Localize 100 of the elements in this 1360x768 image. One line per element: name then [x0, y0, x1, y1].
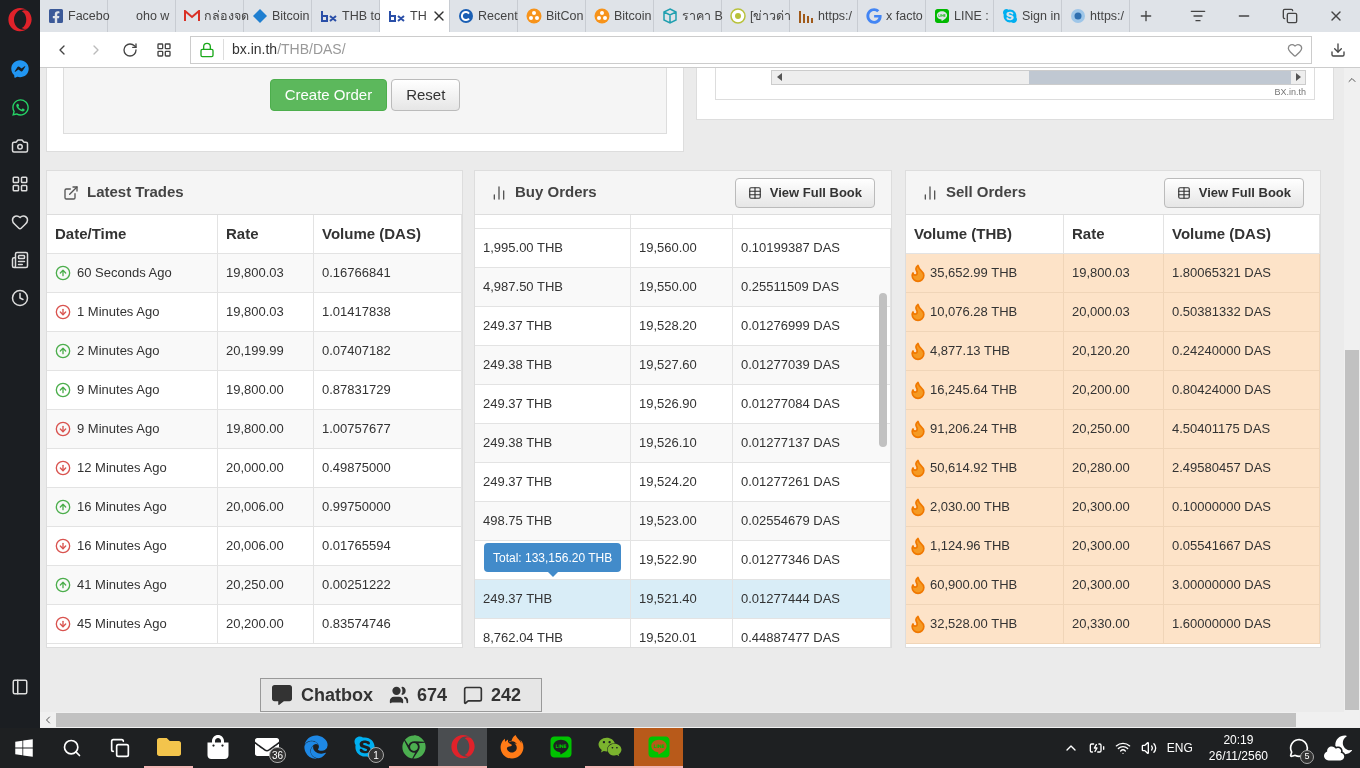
view-full-book-button[interactable]: View Full Book [1163, 177, 1304, 208]
bookmark-icon[interactable] [1287, 41, 1303, 58]
clock-icon[interactable] [11, 289, 29, 307]
table-cell: 20,330.00 [1064, 605, 1164, 644]
reset-button[interactable]: Reset [391, 79, 461, 111]
notification-count: 5 [1300, 750, 1314, 764]
bag-icon [205, 735, 230, 759]
sell-volume: 2,030.00 THB [930, 498, 1010, 517]
order-row[interactable]: 1,995.00 THB 19,560.00 0.10199387 DAS [475, 229, 891, 268]
flame-icon [908, 536, 928, 556]
logo-icon [388, 10, 406, 22]
arrow-up-icon [55, 499, 71, 515]
vertical-scrollbar[interactable] [1344, 68, 1360, 712]
messenger-icon[interactable] [11, 60, 29, 78]
taskbar-app[interactable]: 36 [242, 728, 291, 768]
url-text: bx.in.th/THB/DAS/ [223, 39, 346, 60]
arrow-down-icon [55, 460, 71, 476]
folder-icon [156, 735, 181, 759]
badge: 36 [268, 747, 286, 763]
flame-icon [908, 380, 928, 400]
battery-icon[interactable] [1088, 740, 1105, 756]
panel-title: Latest Trades [87, 182, 184, 203]
chat-icon [271, 685, 293, 705]
sell-volume: 35,652.99 THB [930, 264, 1018, 283]
camera-icon[interactable] [11, 137, 29, 155]
clock[interactable]: 20:19 26/11/2560 [1202, 732, 1274, 764]
firefox-icon [499, 735, 524, 759]
opera-icon[interactable] [8, 8, 32, 32]
chat-bubble-icon [548, 735, 573, 759]
reload-icon[interactable] [122, 41, 138, 58]
flame-icon [908, 497, 928, 517]
task-view-icon[interactable] [110, 738, 130, 758]
external-link-icon [63, 184, 79, 201]
taskbar-app[interactable]: 1 [340, 728, 389, 768]
chart-scrollbar[interactable] [771, 70, 1306, 85]
trade-time: 12 Minutes Ago [77, 459, 167, 478]
scrollbar-thumb[interactable] [1029, 71, 1291, 84]
badge: 1 [368, 747, 384, 763]
browser-tab[interactable]: TH [380, 0, 450, 32]
tab-menu-icon[interactable] [1190, 8, 1206, 24]
notifications-icon[interactable] [1289, 738, 1309, 758]
order-row[interactable]: 249.38 THB 19,527.60 0.01277039 DAS [475, 346, 891, 385]
arrow-up-icon [55, 343, 71, 359]
address-field[interactable]: bx.in.th/THB/DAS/ [190, 35, 1312, 64]
search-icon[interactable] [62, 738, 82, 758]
flame-icon [908, 458, 928, 478]
order-row[interactable]: 249.37 THB 19,521.40 0.01277444 DAS [475, 580, 891, 619]
new-tab-icon[interactable] [1138, 8, 1154, 24]
scroll-right-icon[interactable] [1295, 73, 1301, 82]
horizontal-scrollbar[interactable] [40, 712, 1360, 728]
sidebar-toggle-icon[interactable] [11, 678, 29, 696]
envelope-icon [184, 10, 200, 22]
chat-bubble-icon [934, 8, 950, 24]
order-row[interactable]: 249.38 THB 19,526.10 0.01277137 DAS [475, 424, 891, 463]
edge-icon [303, 735, 328, 759]
table-icon [747, 185, 762, 200]
chart-credit: BX.in.th [1274, 85, 1306, 99]
table-icon [1176, 185, 1191, 200]
scrollbar-thumb[interactable] [56, 713, 1296, 727]
order-row[interactable]: 249.37 THB 19,528.20 0.01276999 DAS [475, 307, 891, 346]
news-icon[interactable] [11, 251, 29, 269]
coin-icon [730, 8, 746, 24]
panel-title: Buy Orders [515, 182, 597, 203]
speed-dial-icon[interactable] [156, 41, 172, 58]
volume-icon[interactable] [1140, 740, 1157, 756]
trade-time: 9 Minutes Ago [77, 381, 160, 400]
order-row[interactable]: 4,987.50 THB 19,550.00 0.25511509 DAS [475, 268, 891, 307]
order-row[interactable]: 249.37 THB 19,524.20 0.01277261 DAS [475, 463, 891, 502]
total-tooltip: Total: 133,156.20 THB [484, 543, 622, 577]
arrow-up-icon [55, 382, 71, 398]
scrollbar-thumb[interactable] [1345, 350, 1359, 710]
grid-icon[interactable] [11, 175, 29, 193]
chatbox-title: Chatbox [301, 683, 373, 707]
arrow-down-icon [55, 304, 71, 320]
download-icon[interactable] [1330, 41, 1346, 58]
logo-icon [320, 10, 338, 22]
cube-icon [662, 8, 678, 24]
language-indicator[interactable]: ENG [1166, 739, 1193, 757]
trade-time: 41 Minutes Ago [77, 576, 167, 595]
order-row[interactable]: 249.37 THB 19,526.90 0.01277084 DAS [475, 385, 891, 424]
restore-icon[interactable] [1282, 8, 1298, 24]
chrome-icon [401, 735, 426, 759]
trade-time: 60 Seconds Ago [77, 264, 172, 283]
scrollbar-thumb[interactable] [879, 293, 887, 447]
panel-title: Sell Orders [946, 182, 1027, 203]
messages-icon [463, 685, 484, 705]
opera-icon [450, 735, 475, 759]
weather-icon[interactable] [1324, 734, 1352, 762]
wifi-icon[interactable] [1114, 740, 1131, 756]
view-full-book-button[interactable]: View Full Book [734, 177, 875, 208]
heart-icon[interactable] [11, 213, 29, 231]
start-icon[interactable] [14, 738, 34, 758]
scroll-left-icon[interactable] [776, 73, 782, 82]
chart-icon [798, 8, 814, 24]
order-row[interactable]: Total: 133,156.20 THB 19,522.90 0.01277346 DAS [475, 541, 891, 580]
network-icon [526, 8, 542, 24]
order-row[interactable]: 498.75 THB 19,523.00 0.02554679 DAS [475, 502, 891, 541]
flame-icon [908, 302, 928, 322]
chatbox-bar[interactable]: Chatbox 674 242 [260, 678, 542, 712]
whatsapp-icon[interactable] [10, 98, 30, 117]
